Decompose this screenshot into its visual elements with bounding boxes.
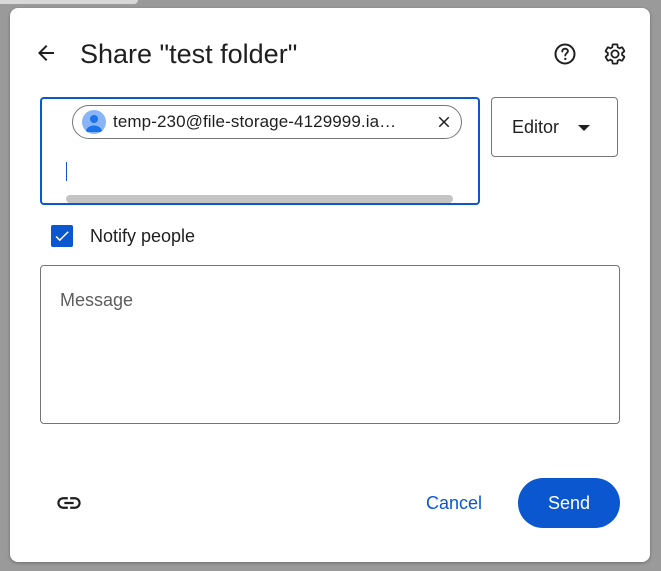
settings-button[interactable] <box>600 39 630 69</box>
text-cursor <box>66 162 67 181</box>
help-button[interactable] <box>550 39 580 69</box>
notify-people-label: Notify people <box>90 225 196 246</box>
copy-link-button[interactable] <box>54 488 84 518</box>
arrow-drop-down-icon <box>578 125 590 131</box>
help-icon <box>554 43 576 65</box>
notify-people-checkbox[interactable] <box>51 225 73 247</box>
remove-recipient-button[interactable] <box>433 111 455 133</box>
cancel-button[interactable]: Cancel <box>410 478 498 528</box>
gear-icon <box>604 43 626 65</box>
recipient-email: temp-230@file-storage-4129999.ia… <box>113 112 397 131</box>
message-field[interactable]: Message <box>40 265 620 424</box>
message-placeholder: Message <box>60 290 134 310</box>
background-tab-edge <box>0 0 138 4</box>
dialog-title: Share "test folder" <box>80 39 298 69</box>
role-dropdown[interactable]: Editor <box>491 97 618 157</box>
check-icon <box>55 231 69 242</box>
person-icon <box>85 115 103 132</box>
close-icon <box>438 116 450 128</box>
share-dialog: Share "test folder" temp-230@file-storag… <box>10 8 650 562</box>
arrow-back-icon <box>38 45 54 61</box>
recipient-chip[interactable]: temp-230@file-storage-4129999.ia… <box>72 105 462 139</box>
add-people-input[interactable]: temp-230@file-storage-4129999.ia… <box>40 97 480 205</box>
notify-people-row: Notify people <box>51 225 195 247</box>
send-button[interactable]: Send <box>518 478 620 528</box>
horizontal-scrollbar[interactable] <box>66 195 453 203</box>
back-button[interactable] <box>30 37 62 69</box>
role-selected-value: Editor <box>512 116 560 137</box>
avatar <box>82 110 106 134</box>
link-icon <box>57 497 81 509</box>
